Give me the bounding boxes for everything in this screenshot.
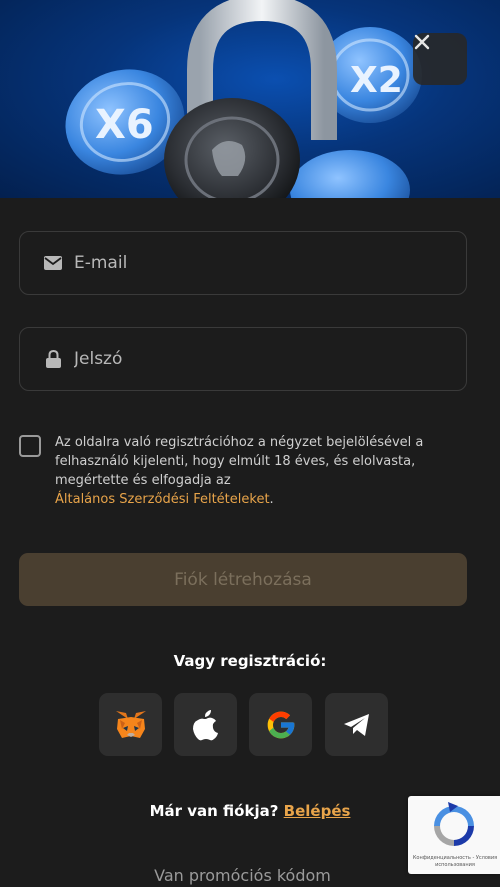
social-google-button[interactable] <box>249 693 312 756</box>
social-telegram-button[interactable] <box>325 693 388 756</box>
terms-suffix: . <box>269 492 274 507</box>
social-apple-button[interactable] <box>174 693 237 756</box>
metamask-icon <box>115 710 146 738</box>
login-question: Már van fiókja? <box>149 802 279 820</box>
password-input[interactable] <box>74 349 434 369</box>
close-icon <box>414 34 430 50</box>
close-button[interactable] <box>413 33 467 85</box>
or-register-title: Vagy regisztráció: <box>173 652 327 670</box>
terms-body: Az oldalra való regisztrációhoz a négyze… <box>55 435 424 488</box>
coin-right-label: X2 <box>350 60 403 101</box>
apple-icon <box>192 709 218 740</box>
hero-banner: X6 X2 <box>0 0 500 198</box>
google-icon <box>267 711 294 738</box>
create-account-button[interactable]: Fiók létrehozása <box>19 553 467 606</box>
telegram-icon <box>343 713 369 736</box>
envelope-icon <box>44 254 62 272</box>
social-metamask-button[interactable] <box>99 693 162 756</box>
recaptcha-text[interactable]: Конфиденциальность - Условия использован… <box>412 855 498 869</box>
login-link[interactable]: Belépés <box>284 802 351 820</box>
create-account-label: Fiók létrehozása <box>174 569 312 590</box>
coin-left-label: X6 <box>95 102 154 148</box>
password-field[interactable] <box>19 327 467 391</box>
recaptcha-icon <box>434 802 474 846</box>
terms-text: Az oldalra való regisztrációhoz a négyze… <box>55 433 460 509</box>
terms-link[interactable]: Általános Szerződési Feltételeket <box>55 492 270 507</box>
lock-icon <box>44 350 62 368</box>
recaptcha-badge[interactable]: Конфиденциальность - Условия использован… <box>408 796 500 874</box>
hero-illustration: X6 X2 <box>65 0 422 198</box>
terms-checkbox[interactable] <box>19 435 41 457</box>
email-input[interactable] <box>74 253 434 273</box>
email-field[interactable] <box>19 231 467 295</box>
